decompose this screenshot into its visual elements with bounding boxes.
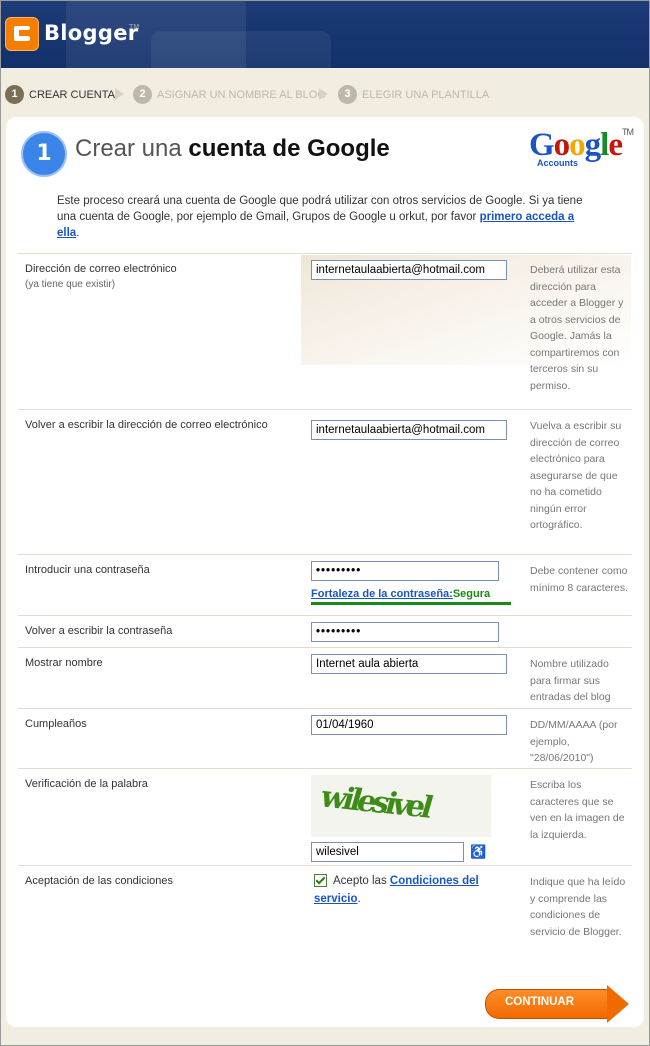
password-strength: Fortaleza de la contraseña:Segura xyxy=(311,588,511,600)
blogger-header: Blogger TM xyxy=(1,1,649,68)
email-help: Deberá utilizar esta dirección para acce… xyxy=(530,264,624,392)
continue-button[interactable]: CONTINUAR xyxy=(485,985,629,1023)
step-label: ASIGNAR UN NOMBRE AL BLOG xyxy=(157,88,326,101)
birthday-label: Cumpleaños xyxy=(25,718,87,730)
title-prefix: Crear una xyxy=(75,135,189,162)
password-confirm-row: Volver a escribir la contraseña ••••••••… xyxy=(18,615,632,648)
step-number: 3 xyxy=(338,85,357,104)
email-label: Dirección de correo electrónico (ya tiene… xyxy=(25,262,177,292)
step-crear-cuenta: 1 CREAR CUENTA xyxy=(5,85,115,104)
birthday-help: DD/MM/AAAA (por ejemplo, "28/06/2010") xyxy=(530,719,618,764)
password-field[interactable]: ••••••••• xyxy=(311,561,499,581)
step-label: ELEGIR UNA PLANTILLA xyxy=(362,88,490,101)
email-field[interactable]: internetaulaabierta@hotmail.com xyxy=(311,260,507,280)
continue-arrow-icon[interactable] xyxy=(607,985,629,1023)
title-bold: cuenta de Google xyxy=(188,135,390,162)
logo-letter: e xyxy=(608,127,623,163)
logo-trademark: TM xyxy=(622,127,634,137)
email-row: Dirección de correo electrónico (ya tiene… xyxy=(18,253,632,409)
display-name-field[interactable]: Internet aula abierta xyxy=(311,654,507,674)
step-elegir-plantilla: 3 ELEGIR UNA PLANTILLA xyxy=(338,85,489,104)
terms-label: Aceptación de las condiciones xyxy=(25,875,173,887)
password-confirm-label: Volver a escribir la contraseña xyxy=(25,625,173,637)
google-accounts-sublabel: Accounts xyxy=(537,158,579,168)
page-title: Crear una cuenta de Google xyxy=(75,135,390,163)
terms-text-prefix: Acepto las xyxy=(333,875,390,887)
birthday-field[interactable]: 01/04/1960 xyxy=(311,715,507,735)
password-row: Introducir una contraseña ••••••••• Fort… xyxy=(18,554,632,615)
email-confirm-field[interactable]: internetaulaabierta@hotmail.com xyxy=(311,420,507,440)
display-name-row: Mostrar nombre Internet aula abierta Nom… xyxy=(18,647,632,708)
password-strength-link[interactable]: Fortaleza de la contraseña: xyxy=(311,588,453,600)
terms-text: Acepto las Condiciones del servicio. xyxy=(314,872,499,908)
step-arrow-icon xyxy=(319,88,328,100)
captcha-row: Verificación de la palabra wilesivel wil… xyxy=(18,768,632,865)
blogger-logo-text[interactable]: Blogger xyxy=(44,21,138,45)
terms-row: Aceptación de las condiciones Acepto las… xyxy=(18,865,632,976)
password-strength-value: Segura xyxy=(452,588,491,600)
intro-text: Este proceso creará una cuenta de Google… xyxy=(57,193,597,241)
step-one-badge: 1 xyxy=(21,131,67,177)
accessibility-icon[interactable]: ♿ xyxy=(470,845,486,859)
header-decoration xyxy=(151,31,331,68)
step-number: 2 xyxy=(133,85,152,104)
password-help: Debe contener como mínimo 8 caracteres. xyxy=(530,565,629,594)
logo-letter: g xyxy=(584,127,601,163)
step-arrow-icon xyxy=(115,88,124,100)
birthday-row: Cumpleaños 01/04/1960 DD/MM/AAAA (por ej… xyxy=(18,708,632,769)
terms-checkbox[interactable] xyxy=(314,874,327,888)
password-label: Introducir una contraseña xyxy=(25,564,150,576)
step-label: CREAR CUENTA xyxy=(29,88,115,101)
blogger-logo-icon[interactable] xyxy=(5,17,39,51)
intro-end: . xyxy=(76,227,80,239)
captcha-help: Escriba los caracteres que se ven en la … xyxy=(530,779,625,841)
captcha-image: wilesivel xyxy=(311,775,491,837)
email-confirm-row: Volver a escribir la dirección de correo… xyxy=(18,409,632,554)
display-name-label: Mostrar nombre xyxy=(25,657,103,669)
signup-steps: 1 CREAR CUENTA 2 ASIGNAR UN NOMBRE AL BL… xyxy=(1,76,649,112)
continue-label[interactable]: CONTINUAR xyxy=(505,996,574,1008)
page-frame: Blogger TM 1 CREAR CUENTA 2 ASIGNAR UN N… xyxy=(0,0,650,1046)
display-name-help: Nombre utilizado para firmar sus entrada… xyxy=(530,658,611,703)
terms-end: . xyxy=(357,893,361,905)
step-number: 1 xyxy=(5,85,24,104)
captcha-text: wilesivel xyxy=(316,779,434,826)
email-label-text: Dirección de correo electrónico xyxy=(25,263,177,275)
email-confirm-help: Vuelva a escribir su dirección de correo… xyxy=(530,420,622,531)
password-strength-bar xyxy=(311,602,511,605)
terms-help: Indique que ha leído y comprende las con… xyxy=(530,876,626,938)
step-asignar-nombre: 2 ASIGNAR UN NOMBRE AL BLOG xyxy=(133,85,326,104)
email-confirm-label: Volver a escribir la dirección de correo… xyxy=(25,419,268,431)
password-confirm-field[interactable]: ••••••••• xyxy=(311,622,499,642)
trademark: TM xyxy=(129,23,140,31)
captcha-label: Verificación de la palabra xyxy=(25,778,148,790)
email-sublabel: (ya tiene que existir) xyxy=(25,279,116,290)
captcha-input[interactable]: wilesivel xyxy=(311,842,464,862)
